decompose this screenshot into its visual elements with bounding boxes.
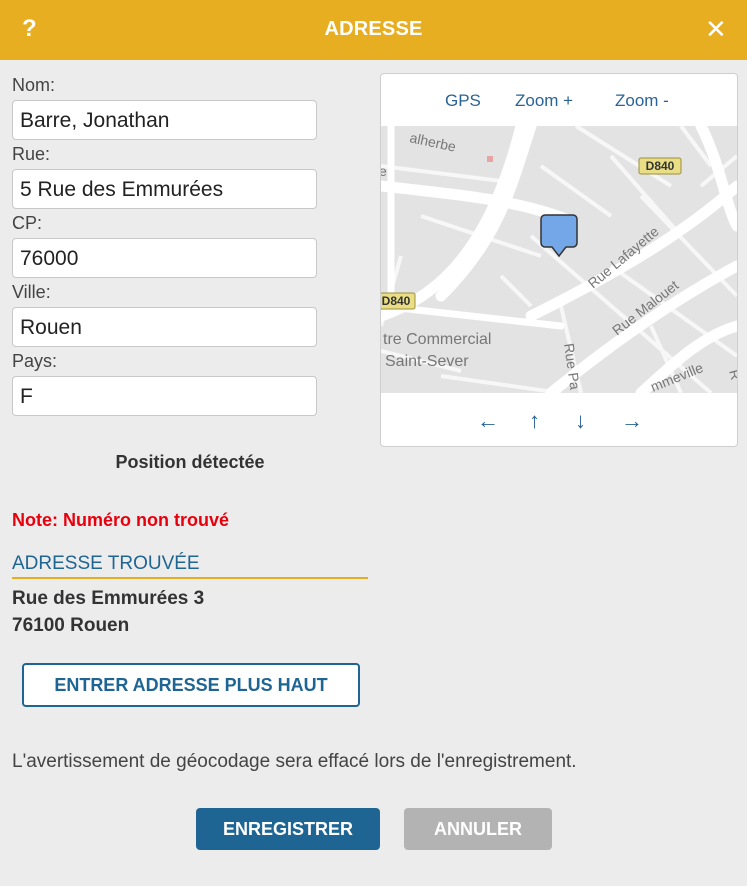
position-detected-text: Position détectée xyxy=(115,452,265,472)
zoom-in-button[interactable]: Zoom + xyxy=(515,91,573,111)
road-badge-left: D840 xyxy=(381,292,416,310)
road-badge-top: D840 xyxy=(638,157,682,175)
nom-input[interactable]: Barre, Jonathan xyxy=(12,100,317,140)
cancel-button[interactable]: ANNULER xyxy=(404,808,552,850)
d840-left-label: D840 xyxy=(382,294,411,308)
cp-label: CP: xyxy=(12,213,43,233)
rue-label: Rue: xyxy=(12,144,51,164)
ville-input[interactable]: Rouen xyxy=(12,307,317,347)
map-label-centre-commercial: tre Commercial xyxy=(383,331,491,348)
map-widget: GPS Zoom + Zoom - D840 D840 alherbe Rue … xyxy=(380,73,738,447)
save-button[interactable]: ENREGISTRER xyxy=(196,808,380,850)
pan-up-button[interactable]: ↑ xyxy=(529,408,540,434)
pan-right-button[interactable]: → xyxy=(621,408,643,434)
map-label-e: e xyxy=(381,163,387,179)
geocode-note: Note: Numéro non trouvé xyxy=(12,510,230,530)
gps-button[interactable]: GPS xyxy=(445,91,481,111)
close-icon[interactable]: ✕ xyxy=(705,14,727,45)
pan-down-button[interactable]: ↓ xyxy=(575,408,586,434)
d840-top-label: D840 xyxy=(646,159,675,173)
pays-input[interactable]: F xyxy=(12,376,317,416)
found-address-line1: Rue des Emmurées 3 xyxy=(12,588,205,609)
cp-input[interactable]: 76000 xyxy=(12,238,317,278)
pays-label: Pays: xyxy=(12,351,58,371)
dialog-title-bar: ? ADRESSE ✕ xyxy=(0,0,747,60)
geocoding-warning-text: L'avertissement de géocodage sera effacé… xyxy=(12,751,577,772)
zoom-out-button[interactable]: Zoom - xyxy=(615,91,669,111)
rue-input[interactable]: 5 Rue des Emmurées xyxy=(12,169,317,209)
map-view[interactable]: D840 D840 alherbe e Rue Lafayette Rue Ma… xyxy=(381,126,737,393)
found-address-heading: ADRESSE TROUVÉE xyxy=(12,553,368,579)
ville-label: Ville: xyxy=(12,282,51,302)
map-tiles: D840 D840 alherbe e Rue Lafayette Rue Ma… xyxy=(381,126,737,393)
nom-label: Nom: xyxy=(12,75,56,95)
pan-left-button[interactable]: ← xyxy=(477,408,499,434)
dialog-title: ADRESSE xyxy=(324,18,423,40)
found-address-line2: 76100 Rouen xyxy=(12,615,130,636)
map-label-saint-sever: Saint-Sever xyxy=(385,353,469,370)
enter-address-above-button[interactable]: ENTRER ADRESSE PLUS HAUT xyxy=(22,663,360,707)
